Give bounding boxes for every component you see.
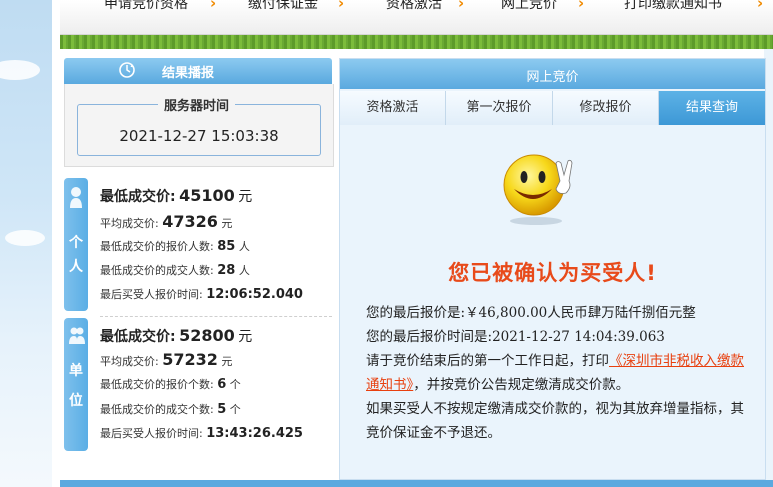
last-time-value: 12:06:52.040: [206, 287, 303, 302]
nav-activate-qualification[interactable]: 资格激活: [386, 0, 442, 13]
deals-value: 28: [217, 263, 236, 278]
instruction-line: 请于竞价结束后的第一个工作日起，打印《深圳市非税收入缴款通知书》，并按竞价公告规…: [366, 349, 746, 397]
deals-unit: 人: [238, 264, 250, 277]
tab-activate-qualification[interactable]: 资格激活: [340, 91, 446, 125]
server-time-fieldset: 服务器时间 2021-12-27 15:03:38: [77, 95, 321, 156]
results-broadcast-header: 结果播报: [64, 58, 332, 84]
results-group-individual: 个 人 最低成交价: 45100 元 平均成交价: 47326 元 最低成交价的…: [64, 178, 332, 313]
deals-unit: 个: [229, 403, 241, 416]
warning-line: 如果买受人不按规定缴清成交价款的，视为其放弃增量指标，其竞价保证金不予退还。: [366, 401, 744, 441]
avg-price-label: 平均成交价:: [100, 355, 159, 368]
avg-price-label: 平均成交价:: [100, 217, 159, 230]
bidders-row: 最低成交价的报价人数: 85 人: [100, 238, 250, 254]
tab-modify-bid[interactable]: 修改报价: [553, 91, 659, 125]
nav-apply-qualification[interactable]: 申请竞价资格: [104, 0, 188, 13]
avg-price-value: 57232: [162, 350, 218, 369]
results-broadcast-title: 结果播报: [162, 66, 215, 81]
bidders-row: 最低成交价的报价个数: 6 个: [100, 376, 241, 392]
avg-price-row: 平均成交价: 47326 元: [100, 212, 232, 231]
final-time-line: 您的最后报价时间是:2021-12-27 14:04:39.063: [366, 325, 746, 349]
avg-price-value: 47326: [162, 212, 218, 231]
group-tag-unit: 单 位: [64, 318, 88, 451]
min-price-value: 45100: [179, 186, 235, 205]
background-sky: [0, 0, 52, 487]
chevron-right-icon: ›: [458, 0, 465, 12]
deals-label: 最低成交价的成交个数:: [100, 403, 214, 416]
bidding-tabs: 资格激活 第一次报价 修改报价 结果查询: [340, 91, 765, 125]
group-tag-char-1: 单: [69, 363, 83, 379]
min-price-label: 最低成交价:: [100, 189, 176, 205]
last-time-row: 最后买受人报价时间: 12:06:52.040: [100, 286, 303, 302]
chevron-right-icon: ›: [338, 0, 345, 12]
instruction-suffix: ，并按竞价公告规定缴清成交价款。: [413, 377, 630, 393]
group-tag-char-1: 个: [69, 235, 83, 251]
group-divider: [100, 316, 332, 317]
min-price-label: 最低成交价:: [100, 329, 176, 345]
group-tag-char-2: 人: [69, 259, 83, 275]
min-price-unit: 元: [238, 189, 253, 205]
min-price-value: 52800: [179, 326, 235, 345]
decorative-grass-band: [60, 35, 773, 49]
tab-first-bid[interactable]: 第一次报价: [446, 91, 553, 125]
result-details: 您的最后报价是:￥46,800.00人民币肆万陆仟捌佰元整 您的最后报价时间是:…: [366, 301, 746, 445]
final-price-value: ￥46,800.00人民币肆万陆仟捌佰元整: [465, 305, 696, 321]
final-price-line: 您的最后报价是:￥46,800.00人民币肆万陆仟捌佰元整: [366, 301, 746, 325]
refresh-icon: [119, 62, 135, 78]
min-price-row: 最低成交价: 45100 元: [100, 186, 252, 206]
online-bidding-title: 网上竞价: [526, 70, 579, 85]
bidders-value: 6: [217, 377, 227, 392]
group-tag-char-2: 位: [69, 393, 83, 409]
bidders-value: 85: [217, 239, 236, 254]
tab-result-query[interactable]: 结果查询: [659, 91, 765, 125]
last-time-label: 最后买受人报价时间:: [100, 288, 203, 301]
nav-pay-deposit[interactable]: 缴付保证金: [248, 0, 318, 13]
nav-print-payment-notice[interactable]: 打印缴款通知书: [624, 0, 722, 13]
person-icon: [70, 187, 82, 208]
results-group-unit: 单 位 最低成交价: 52800 元 平均成交价: 57232 元 最低成交价的…: [64, 318, 332, 453]
last-time-value: 13:43:26.425: [206, 426, 303, 441]
final-price-label: 您的最后报价是:: [366, 305, 466, 321]
server-time-value: 2021-12-27 15:03:38: [119, 127, 279, 145]
last-time-label: 最后买受人报价时间:: [100, 427, 203, 440]
chevron-right-icon: ›: [757, 0, 764, 12]
bidders-label: 最低成交价的报价人数:: [100, 240, 214, 253]
deals-row: 最低成交价的成交人数: 28 人: [100, 262, 250, 278]
chevron-right-icon: ›: [210, 0, 217, 12]
bidders-unit: 人: [238, 240, 250, 253]
top-navigation: 申请竞价资格 › 缴付保证金 › 资格激活 › 网上竞价 › 打印缴款通知书 ›: [60, 0, 773, 35]
smiley-victory-icon: [503, 154, 573, 225]
footer-bar: [60, 480, 773, 487]
final-time-value: 2021-12-27 14:04:39.063: [492, 329, 665, 345]
bidders-unit: 个: [229, 378, 241, 391]
server-time-box: 服务器时间 2021-12-27 15:03:38: [64, 84, 334, 167]
instruction-prefix: 请于竞价结束后的第一个工作日起，打印: [366, 353, 609, 369]
avg-price-unit: 元: [221, 217, 233, 230]
bidders-label: 最低成交价的报价个数:: [100, 378, 214, 391]
last-time-row: 最后买受人报价时间: 13:43:26.425: [100, 425, 303, 441]
deals-label: 最低成交价的成交人数:: [100, 264, 214, 277]
online-bidding-header: 网上竞价: [340, 59, 765, 89]
chevron-right-icon: ›: [578, 0, 585, 12]
server-time-label: 服务器时间: [158, 95, 236, 114]
min-price-unit: 元: [238, 329, 253, 345]
online-bidding-panel: 网上竞价 资格激活 第一次报价 修改报价 结果查询 您已被确认为买受人! 您的最…: [339, 58, 766, 480]
nav-online-bidding[interactable]: 网上竞价: [501, 0, 557, 13]
buyer-confirmed-message: 您已被确认为买受人!: [448, 261, 657, 285]
min-price-row: 最低成交价: 52800 元: [100, 326, 252, 346]
avg-price-unit: 元: [221, 355, 233, 368]
final-time-label: 您的最后报价时间是:: [366, 329, 493, 345]
deals-row: 最低成交价的成交个数: 5 个: [100, 401, 241, 417]
deals-value: 5: [217, 402, 227, 417]
avg-price-row: 平均成交价: 57232 元: [100, 350, 232, 369]
group-icon: [69, 327, 85, 344]
group-tag-individual: 个 人: [64, 178, 88, 311]
